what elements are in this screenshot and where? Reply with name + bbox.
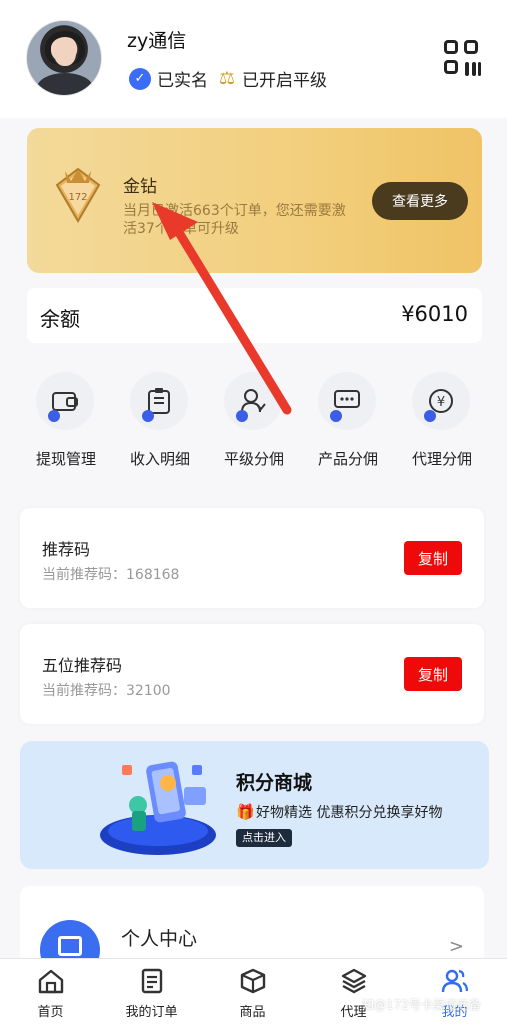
chat-card-icon [318, 372, 376, 430]
qr-code-icon[interactable] [444, 40, 481, 76]
bottom-tab-bar: 首页 我的订单 商品 代理 我的 [0, 958, 507, 1024]
action-label: 收入明细 [129, 450, 190, 468]
diamond-badge-icon: 172 [55, 167, 101, 223]
tab-label: 首页 [37, 1005, 64, 1020]
mall-subtitle-row: 🎁 好物精选 优惠积分兑换享好物 [236, 802, 442, 822]
gift-icon: 🎁 [236, 803, 255, 821]
page: zy通信 ✓ 已实名 ⚖ 已开启平级 172 金钻 当月已激活663个订单，您还… [0, 0, 507, 1024]
tab-mine[interactable]: 我的 [404, 959, 505, 1024]
yen-coin-icon: ¥ [412, 372, 470, 430]
tab-label: 商品 [239, 1005, 266, 1020]
points-mall-banner[interactable]: 积分商城 🎁 好物精选 优惠积分兑换享好物 点击进入 [20, 741, 489, 869]
referral-card: 推荐码 当前推荐码：168168 复制 [20, 508, 484, 608]
referral-code: 当前推荐码：168168 [42, 567, 180, 583]
action-label: 产品分佣 [317, 450, 378, 468]
badge-text: 172 [68, 192, 87, 203]
action-agent-commission[interactable]: ¥ 代理分佣 [394, 366, 490, 476]
svg-text:¥: ¥ [437, 395, 445, 410]
user-share-icon [224, 372, 282, 430]
personal-center-label: 个人中心 [121, 928, 198, 950]
tab-agent[interactable]: 代理 [303, 959, 404, 1024]
action-label: 提现管理 [35, 450, 96, 468]
action-label: 平级分佣 [223, 450, 284, 468]
clipboard-icon [130, 372, 188, 430]
tab-home[interactable]: 首页 [0, 959, 101, 1024]
action-income[interactable]: 收入明细 [112, 366, 208, 476]
copy-button[interactable]: 复制 [404, 541, 462, 575]
quick-actions: 提现管理 收入明细 平级分佣 产品分佣 ¥ 代理分佣 [0, 366, 507, 476]
referral5-code: 当前推荐码：32100 [42, 683, 171, 699]
tab-orders[interactable]: 我的订单 [101, 959, 202, 1024]
level-description: 当月已激活663个订单，您还需要激活37个订单可升级 [123, 203, 346, 237]
box-icon [240, 968, 266, 994]
balance-value: ¥6010 [401, 302, 468, 326]
mall-subtitle: 好物精选 优惠积分兑换享好物 [256, 805, 443, 821]
mall-title: 积分商城 [236, 772, 313, 794]
level-status-label: 已开启平级 [242, 71, 327, 91]
avatar-body [37, 73, 93, 95]
watermark: 知@172号卡渠道商备 [362, 998, 481, 1012]
username: zy通信 [127, 30, 187, 52]
mall-illustration [100, 761, 216, 855]
tab-products[interactable]: 商品 [202, 959, 303, 1024]
copy-button[interactable]: 复制 [404, 657, 462, 691]
balance-label: 余额 [40, 307, 80, 331]
profile-header: zy通信 ✓ 已实名 ⚖ 已开启平级 [0, 0, 507, 118]
verified-icon: ✓ [129, 67, 151, 90]
level-card: 172 金钻 当月已激活663个订单，您还需要激活37个订单可升级 查看更多 [27, 128, 482, 273]
referral5-title: 五位推荐码 [42, 656, 123, 675]
view-more-button[interactable]: 查看更多 [372, 182, 468, 220]
scale-icon: ⚖ [218, 67, 236, 89]
tab-label: 我的订单 [125, 1005, 178, 1020]
level-name: 金钻 [123, 177, 157, 197]
five-digit-referral-card: 五位推荐码 当前推荐码：32100 复制 [20, 624, 484, 724]
order-icon [141, 968, 163, 994]
enter-mall-button[interactable]: 点击进入 [236, 829, 292, 847]
wallet-icon [36, 372, 94, 430]
action-withdraw[interactable]: 提现管理 [18, 366, 114, 476]
verified-label: 已实名 [157, 71, 208, 91]
layers-icon [341, 968, 367, 994]
referral-title: 推荐码 [42, 540, 91, 559]
avatar-face [54, 38, 76, 66]
action-label: 代理分佣 [411, 450, 472, 468]
home-icon [38, 969, 64, 994]
chevron-right-icon: > [448, 936, 464, 957]
action-peer-commission[interactable]: 平级分佣 [206, 366, 302, 476]
users-icon [441, 969, 469, 993]
profile-badges: ✓ 已实名 ⚖ 已开启平级 [129, 66, 327, 91]
action-product-commission[interactable]: 产品分佣 [300, 366, 396, 476]
balance-row[interactable]: 余额 ¥6010 [27, 288, 482, 343]
personal-center-row[interactable]: 个人中心 > [20, 886, 484, 980]
avatar[interactable] [26, 20, 102, 96]
